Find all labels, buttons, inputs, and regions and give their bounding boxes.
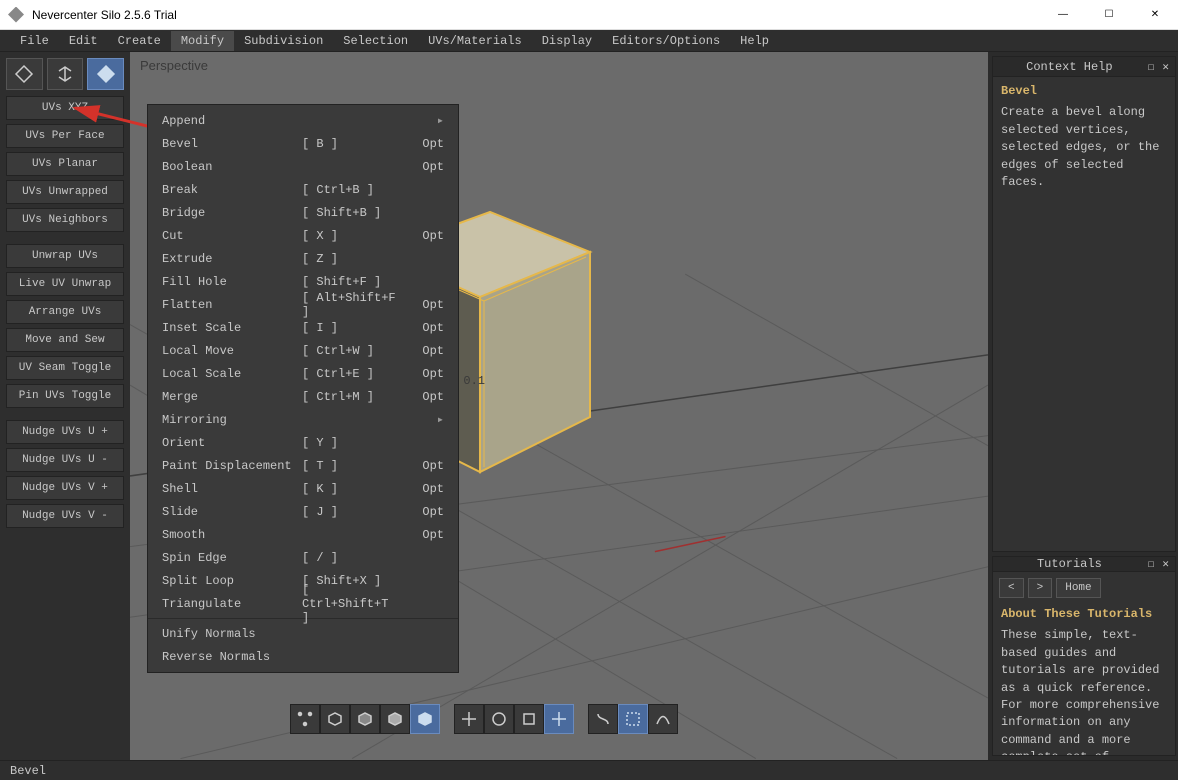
dropdown-item[interactable]: Append▸ [148, 109, 458, 132]
dropdown-item[interactable]: Inset Scale[ I ]Opt [148, 316, 458, 339]
left-panel-button[interactable]: Nudge UVs V - [6, 504, 124, 528]
tutorials-title: Tutorials [1037, 557, 1102, 571]
dropdown-item[interactable]: Merge[ Ctrl+M ]Opt [148, 385, 458, 408]
menu-selection[interactable]: Selection [333, 31, 418, 51]
left-panel-button[interactable]: Arrange UVs [6, 300, 124, 324]
menu-create[interactable]: Create [108, 31, 171, 51]
tutorials-home-button[interactable]: Home [1056, 578, 1100, 598]
shading-flat-button[interactable] [350, 704, 380, 734]
snap-grid-button[interactable] [618, 704, 648, 734]
menu-modify[interactable]: Modify [171, 31, 234, 51]
tutorials-panel: Tutorials ☐ ✕ < > Home About These Tutor… [992, 556, 1176, 756]
menu-subdivision[interactable]: Subdivision [234, 31, 333, 51]
tutorials-heading: About These Tutorials [1001, 606, 1167, 623]
menu-uvs-materials[interactable]: UVs/Materials [418, 31, 532, 51]
window-titlebar: Nevercenter Silo 2.5.6 Trial — ☐ ✕ [0, 0, 1178, 30]
left-panel-button[interactable]: UV Seam Toggle [6, 356, 124, 380]
shading-smooth-button[interactable] [380, 704, 410, 734]
menu-file[interactable]: File [10, 31, 59, 51]
dropdown-item[interactable]: Extrude[ Z ] [148, 247, 458, 270]
context-help-panel: Context Help ☐ ✕ Bevel Create a bevel al… [992, 56, 1176, 552]
mode-edge-button[interactable] [47, 58, 84, 90]
manip-rotate-button[interactable] [484, 704, 514, 734]
panel-close-icon[interactable]: ✕ [1162, 557, 1169, 571]
panel-maximize-icon[interactable]: ☐ [1148, 557, 1155, 571]
dropdown-item[interactable]: Local Scale[ Ctrl+E ]Opt [148, 362, 458, 385]
left-panel-button[interactable]: Unwrap UVs [6, 244, 124, 268]
menu-help[interactable]: Help [730, 31, 779, 51]
status-bar: Bevel [0, 760, 1178, 780]
left-panel-button[interactable]: Live UV Unwrap [6, 272, 124, 296]
tutorials-back-button[interactable]: < [999, 578, 1024, 598]
dropdown-item[interactable]: Reverse Normals [148, 645, 458, 668]
app-icon [8, 7, 24, 23]
panel-close-icon[interactable]: ✕ [1162, 60, 1169, 74]
modify-dropdown: Append▸Bevel[ B ]OptBooleanOptBreak[ Ctr… [147, 104, 459, 673]
left-panel-button[interactable]: Nudge UVs U - [6, 448, 124, 472]
chevron-right-icon: ▸ [437, 412, 444, 427]
menu-display[interactable]: Display [532, 31, 602, 51]
context-help-heading: Bevel [1001, 83, 1167, 100]
left-panel-button[interactable]: Nudge UVs U + [6, 420, 124, 444]
minimize-button[interactable]: — [1040, 0, 1086, 30]
dropdown-item[interactable]: Slide[ J ]Opt [148, 500, 458, 523]
shading-points-button[interactable] [290, 704, 320, 734]
dropdown-item[interactable]: Bridge[ Shift+B ] [148, 201, 458, 224]
tutorials-body: These simple, text-based guides and tuto… [1001, 627, 1167, 755]
dropdown-item[interactable]: Unify Normals [148, 622, 458, 645]
dropdown-item[interactable]: Triangulate[ Ctrl+Shift+T ] [148, 592, 458, 615]
dropdown-item[interactable]: Break[ Ctrl+B ] [148, 178, 458, 201]
window-title: Nevercenter Silo 2.5.6 Trial [32, 8, 177, 22]
manip-scale-button[interactable] [514, 704, 544, 734]
dropdown-item[interactable]: Bevel[ B ]Opt [148, 132, 458, 155]
shading-textured-button[interactable] [410, 704, 440, 734]
snap-off-button[interactable] [588, 704, 618, 734]
manip-move-button[interactable] [454, 704, 484, 734]
dropdown-item[interactable]: Paint Displacement[ T ]Opt [148, 454, 458, 477]
dropdown-item[interactable]: BooleanOpt [148, 155, 458, 178]
left-panel-button[interactable]: Move and Sew [6, 328, 124, 352]
dropdown-item[interactable]: Shell[ K ]Opt [148, 477, 458, 500]
status-text: Bevel [10, 764, 46, 778]
menubar: File Edit Create Modify Subdivision Sele… [0, 30, 1178, 52]
dropdown-item[interactable]: SmoothOpt [148, 523, 458, 546]
dropdown-item[interactable]: Spin Edge[ / ] [148, 546, 458, 569]
window-controls: — ☐ ✕ [1040, 0, 1178, 30]
dropdown-item[interactable]: Orient[ Y ] [148, 431, 458, 454]
panel-maximize-icon[interactable]: ☐ [1148, 60, 1155, 74]
left-panel-button[interactable]: UVs Neighbors [6, 208, 124, 232]
dropdown-item[interactable]: Flatten[ Alt+Shift+F ]Opt [148, 293, 458, 316]
tutorials-forward-button[interactable]: > [1028, 578, 1053, 598]
chevron-right-icon: ▸ [437, 113, 444, 128]
bottom-toolbar [290, 704, 678, 734]
context-help-body: Create a bevel along selected vertices, … [1001, 104, 1167, 191]
manip-universal-button[interactable] [544, 704, 574, 734]
maximize-button[interactable]: ☐ [1086, 0, 1132, 30]
context-help-title: Context Help [1026, 60, 1112, 74]
dropdown-item[interactable]: Local Move[ Ctrl+W ]Opt [148, 339, 458, 362]
close-button[interactable]: ✕ [1132, 0, 1178, 30]
menu-editors-options[interactable]: Editors/Options [602, 31, 730, 51]
dropdown-item[interactable]: Mirroring▸ [148, 408, 458, 431]
mode-vertex-button[interactable] [6, 58, 43, 90]
snap-curve-button[interactable] [648, 704, 678, 734]
left-panel-button[interactable]: Pin UVs Toggle [6, 384, 124, 408]
dropdown-item[interactable]: Cut[ X ]Opt [148, 224, 458, 247]
mode-face-button[interactable] [87, 58, 124, 90]
shading-wire-button[interactable] [320, 704, 350, 734]
left-panel-button[interactable]: Nudge UVs V + [6, 476, 124, 500]
menu-edit[interactable]: Edit [59, 31, 108, 51]
right-panel: Context Help ☐ ✕ Bevel Create a bevel al… [988, 52, 1178, 760]
